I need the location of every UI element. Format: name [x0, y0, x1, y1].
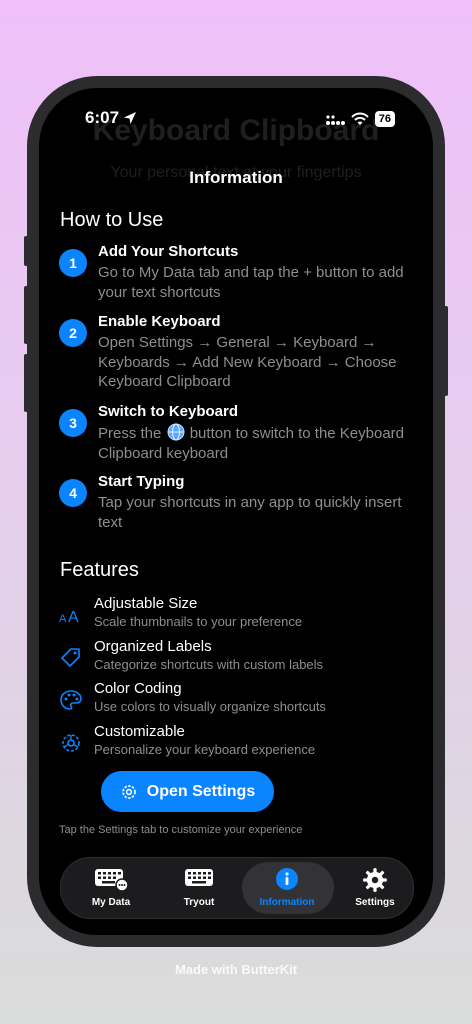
step-number: 3	[59, 409, 87, 437]
feature-description: Use colors to visually organize shortcut…	[94, 699, 326, 714]
svg-text:A: A	[68, 609, 79, 626]
open-settings-button[interactable]: Open Settings	[101, 771, 274, 812]
status-bar: 6:07 76	[39, 108, 433, 132]
feature-description: Personalize your keyboard experience	[94, 742, 316, 757]
feature-title: Organized Labels	[94, 638, 212, 655]
status-time: 6:07	[85, 108, 120, 127]
wifi-icon	[351, 112, 369, 125]
feature-adjustable-size: A A Adjustable Size Scale thumbnails to …	[59, 595, 419, 635]
page-title: Information	[189, 168, 283, 187]
feature-title: Color Coding	[94, 680, 182, 697]
keyboard-icon	[185, 869, 213, 886]
phone-frame: Keyboard Clipboard Your personal text at…	[24, 76, 448, 947]
tab-bar: My Data Tryout Information Settings	[60, 857, 414, 919]
tag-icon	[61, 648, 80, 667]
power-button	[444, 306, 448, 396]
feature-color-coding: Color Coding Use colors to visually orga…	[59, 680, 419, 720]
feature-title: Adjustable Size	[94, 595, 198, 612]
feature-customizable: Customizable Personalize your keyboard e…	[59, 723, 419, 763]
step-number: 1	[59, 249, 87, 277]
globe-icon	[167, 423, 185, 441]
step-title: Switch to Keyboard	[98, 403, 239, 420]
tab-label: Tryout	[183, 897, 215, 908]
text-size-icon: A A	[59, 609, 79, 626]
step-description: Open Settings → General → Keyboard → Key…	[98, 334, 397, 391]
feature-title: Customizable	[94, 723, 185, 740]
volume-up-button	[24, 286, 28, 344]
step-4: 4 Start Typing Tap your shortcuts in any…	[59, 473, 419, 533]
battery-indicator: 76	[374, 111, 395, 127]
settings-hint: Tap the Settings tab to customize your e…	[59, 824, 303, 836]
tab-label: My Data	[91, 897, 131, 908]
palette-icon	[60, 690, 82, 710]
step-number: 4	[59, 479, 87, 507]
step-description: Go to My Data tab and tap the + button t…	[98, 264, 404, 301]
step-description: Tap your shortcuts in any app to quickly…	[98, 494, 402, 531]
feature-description: Scale thumbnails to your preference	[94, 614, 303, 629]
features-heading: Features	[60, 559, 139, 581]
step-title: Add Your Shortcuts	[98, 243, 239, 260]
cellular-signal-icon	[325, 115, 345, 125]
feature-description: Categorize shortcuts with custom labels	[94, 657, 324, 672]
open-settings-label: Open Settings	[146, 782, 256, 800]
svg-text:A: A	[59, 613, 67, 625]
tab-settings[interactable]: Settings	[331, 858, 419, 918]
gear-badge-icon	[62, 734, 80, 752]
tab-tryout[interactable]: Tryout	[155, 858, 243, 918]
step-title: Enable Keyboard	[98, 313, 221, 330]
step-1: 1 Add Your Shortcuts Go to My Data tab a…	[59, 243, 419, 303]
step-number: 2	[59, 319, 87, 347]
step-3: 3 Switch to Keyboard Press the button to…	[59, 403, 419, 463]
step-description: Press the button to switch to the Keyboa…	[98, 423, 408, 463]
gear-icon	[121, 784, 136, 799]
footer-credit: Made with ButterKit	[174, 962, 298, 977]
tab-information[interactable]: Information	[242, 858, 334, 918]
gear-icon	[363, 868, 387, 892]
step-description-start: Press the	[98, 425, 162, 442]
info-circle-icon	[276, 868, 298, 890]
app-screen: Keyboard Clipboard Your personal text at…	[39, 88, 433, 935]
feature-organized-labels: Organized Labels Categorize shortcuts wi…	[59, 638, 419, 678]
tab-label: Settings	[355, 897, 395, 908]
location-arrow-icon	[124, 112, 136, 124]
step-title: Start Typing	[98, 473, 185, 490]
tab-label: Information	[259, 897, 315, 908]
volume-down-button	[24, 354, 28, 412]
side-button	[24, 236, 28, 266]
step-2: 2 Enable Keyboard Open Settings → Genera…	[59, 313, 419, 393]
how-to-use-heading: How to Use	[60, 209, 164, 231]
tab-my-data[interactable]: My Data	[67, 858, 155, 918]
keyboard-badge-icon	[95, 869, 128, 891]
